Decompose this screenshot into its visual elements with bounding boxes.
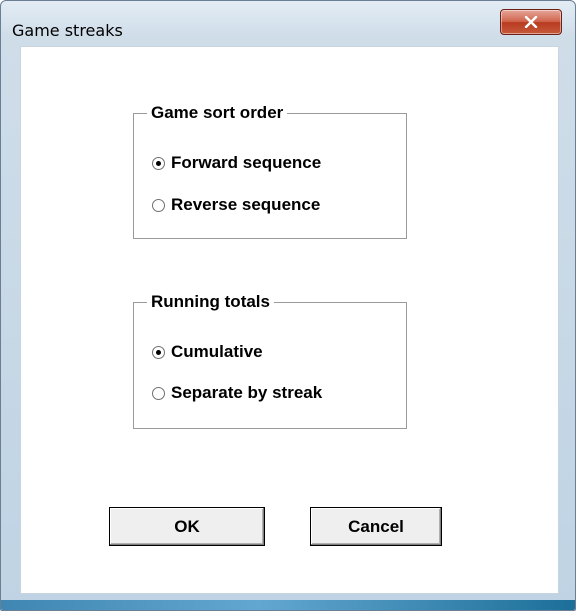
title-bar[interactable]: Game streaks bbox=[1, 1, 575, 41]
close-icon bbox=[524, 13, 538, 32]
dialog-window: Game streaks Game sort order Forward seq… bbox=[0, 0, 576, 611]
cumulative-label: Cumulative bbox=[171, 342, 263, 361]
game-sort-order-legend: Game sort order bbox=[151, 103, 284, 122]
separate-by-streak-label: Separate by streak bbox=[171, 383, 323, 402]
radio-unselected-icon bbox=[152, 386, 165, 400]
radio-unselected-icon bbox=[152, 198, 165, 212]
forward-sequence-radio[interactable]: Forward sequence bbox=[152, 153, 321, 173]
dialog-body: Game sort order Forward sequence Reverse… bbox=[20, 46, 559, 594]
game-sort-order-group: Game sort order Forward sequence Reverse… bbox=[133, 103, 407, 239]
ok-button[interactable]: OK bbox=[109, 507, 265, 546]
radio-selected-icon bbox=[152, 156, 165, 170]
radio-selected-icon bbox=[152, 345, 165, 359]
window-title: Game streaks bbox=[12, 21, 123, 40]
reverse-sequence-radio[interactable]: Reverse sequence bbox=[152, 195, 320, 215]
cancel-button[interactable]: Cancel bbox=[310, 507, 442, 546]
close-button[interactable] bbox=[500, 9, 562, 35]
reverse-sequence-label: Reverse sequence bbox=[171, 195, 321, 214]
running-totals-group: Running totals Cumulative Separate by st… bbox=[133, 292, 407, 429]
cumulative-radio[interactable]: Cumulative bbox=[152, 342, 263, 362]
running-totals-legend: Running totals bbox=[151, 292, 270, 311]
separate-by-streak-radio[interactable]: Separate by streak bbox=[152, 383, 322, 403]
forward-sequence-label: Forward sequence bbox=[171, 153, 322, 172]
